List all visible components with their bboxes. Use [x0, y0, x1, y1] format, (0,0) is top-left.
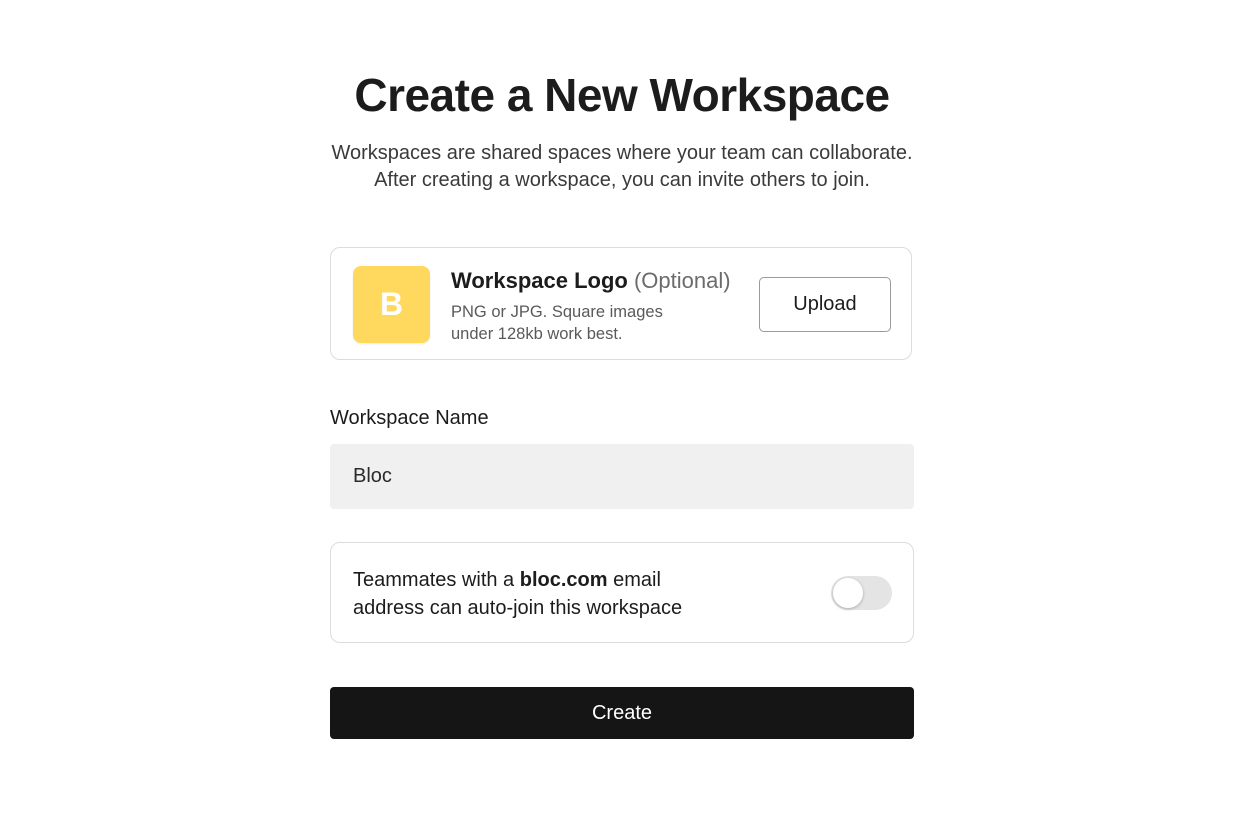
workspace-name-label: Workspace Name — [330, 407, 489, 429]
subtitle-line-1: Workspaces are shared spaces where your … — [331, 142, 913, 164]
auto-join-toggle[interactable] — [831, 576, 892, 610]
upload-button[interactable]: Upload — [759, 277, 891, 332]
workspace-logo-description: PNG or JPG. Square images under 128kb wo… — [451, 303, 663, 343]
subtitle-line-2: After creating a workspace, you can invi… — [374, 169, 870, 191]
auto-join-text-prefix: Teammates with a — [353, 569, 515, 591]
workspace-logo-card: B Workspace Logo (Optional) PNG or JPG. … — [330, 247, 912, 360]
auto-join-card: Teammates with a bloc.com email address … — [330, 542, 914, 643]
workspace-logo-label: Workspace Logo — [451, 268, 628, 293]
create-button[interactable]: Create — [330, 687, 914, 739]
workspace-name-input[interactable] — [330, 444, 914, 509]
create-workspace-page: Create a New Workspace Workspaces are sh… — [0, 0, 1234, 836]
page-subtitle: Workspaces are shared spaces where your … — [0, 140, 1234, 194]
workspace-logo-avatar: B — [353, 266, 430, 343]
optional-label: (Optional) — [633, 268, 731, 293]
auto-join-domain: bloc.com — [519, 569, 608, 591]
workspace-logo-title: Workspace Logo (Optional) — [451, 268, 731, 294]
auto-join-description: Teammates with a bloc.com email address … — [353, 566, 733, 622]
page-title: Create a New Workspace — [354, 69, 890, 121]
toggle-knob — [833, 578, 863, 608]
